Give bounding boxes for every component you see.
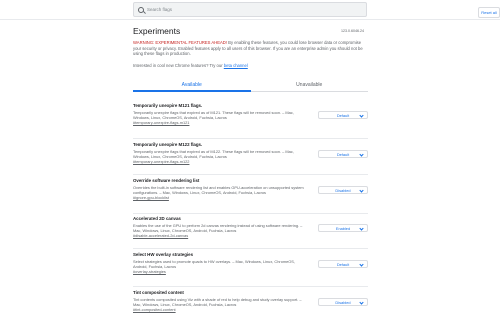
experiment-select[interactable]: Default xyxy=(318,260,368,268)
experiment-select-value: Disabled xyxy=(335,299,351,305)
experiment-select[interactable]: Enabled xyxy=(318,224,368,232)
reset-all-button[interactable]: Reset all xyxy=(478,7,500,18)
experiment-select[interactable]: Default xyxy=(318,150,368,158)
experiment-item: Accelerated 2D canvas Enables the use of… xyxy=(133,216,368,249)
experiment-description: Temporarily unexpire flags that expired … xyxy=(133,110,294,120)
chevron-down-icon xyxy=(359,188,364,193)
chevron-down-icon xyxy=(359,152,364,157)
experiment-link[interactable]: #temporary-unexpire-flags-m122 xyxy=(133,159,368,164)
experiment-select[interactable]: Disabled xyxy=(318,186,368,194)
page-title: Experiments xyxy=(133,26,181,36)
search-input[interactable] xyxy=(147,7,347,12)
experiment-link[interactable]: #overlay-strategies xyxy=(133,269,368,274)
interest-text: Interested in cool new Chrome features? … xyxy=(133,63,248,68)
experiment-select[interactable]: Disabled xyxy=(318,298,368,306)
experiment-title: Tint composited content xyxy=(133,290,184,295)
experiment-select-value: Disabled xyxy=(335,187,351,193)
experiment-title: Temporarily unexpire M121 flags. xyxy=(133,103,203,108)
experiment-link[interactable]: #tint-composited-content xyxy=(133,307,368,312)
experiment-description: Select strategies used to promote quads … xyxy=(133,259,295,269)
experiment-description: Enables the use of the GPU to perform 2d… xyxy=(133,223,303,233)
beta-channel-link[interactable]: beta channel xyxy=(224,63,248,68)
experiment-item: Override software rendering list Overrid… xyxy=(133,178,368,214)
experiment-title: Accelerated 2D canvas xyxy=(133,216,181,221)
experiment-select-value: Enabled xyxy=(335,225,351,231)
experiment-description: Temporarily unexpire flags that expired … xyxy=(133,149,294,159)
experiment-link[interactable]: #temporary-unexpire-flags-m121 xyxy=(133,120,368,125)
search-box[interactable]: Reset all xyxy=(133,2,500,18)
experiment-title: Override software rendering list xyxy=(133,178,200,183)
chevron-down-icon xyxy=(359,226,364,231)
experiment-select[interactable]: Default xyxy=(318,111,368,119)
experiment-link[interactable]: #ignore-gpu-blocklist xyxy=(133,195,368,200)
tab-unavailable[interactable]: Unavailable xyxy=(251,78,369,91)
tab-bar: Available Unavailable xyxy=(133,78,368,92)
experiment-select-value: Default xyxy=(336,151,350,157)
experiment-item: Temporarily unexpire M121 flags. Tempora… xyxy=(133,103,368,139)
top-bar: Reset all xyxy=(0,0,500,20)
chevron-down-icon xyxy=(359,262,364,267)
experiment-select-value: Default xyxy=(336,261,350,267)
interest-prefix: Interested in cool new Chrome features? … xyxy=(133,63,224,68)
experiment-description: Tint contents composited using Viz with … xyxy=(133,297,302,307)
search-icon xyxy=(138,6,144,13)
experiment-title: Select HW overlay strategies xyxy=(133,252,194,257)
experiment-select-value: Default xyxy=(336,112,350,118)
warning-text: WARNING: EXPERIMENTAL FEATURES AHEAD! By… xyxy=(133,40,368,57)
experiment-item: Temporarily unexpire M122 flags. Tempora… xyxy=(133,142,368,175)
experiment-item: Tint composited content Tint contents co… xyxy=(133,290,368,324)
version-label: 123.0.6046.24 xyxy=(341,29,364,33)
warning-strong: WARNING: EXPERIMENTAL FEATURES AHEAD! xyxy=(133,40,227,45)
tab-available[interactable]: Available xyxy=(133,78,251,92)
experiment-title: Temporarily unexpire M122 flags. xyxy=(133,142,203,147)
chevron-down-icon xyxy=(359,113,364,118)
chevron-down-icon xyxy=(359,300,364,305)
experiment-description: Overrides the built-in software renderin… xyxy=(133,185,304,195)
experiment-item: Select HW overlay strategies Select stra… xyxy=(133,252,368,287)
experiment-link[interactable]: #disable-accelerated-2d-canvas xyxy=(133,233,368,238)
